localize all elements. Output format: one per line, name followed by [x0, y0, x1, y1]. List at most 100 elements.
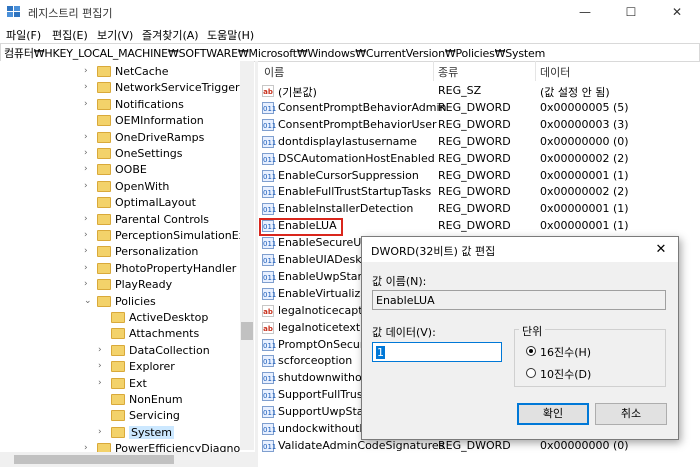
tree-item-label[interactable]: OOBE	[115, 163, 147, 176]
binary-value-icon: 011	[262, 254, 276, 266]
value-data-input[interactable]: 1	[372, 342, 502, 362]
tree-item-label[interactable]: OpenWith	[115, 180, 169, 193]
expand-chevron-icon[interactable]: ›	[84, 181, 94, 191]
string-value-icon: ab	[262, 321, 274, 334]
folder-icon	[97, 230, 111, 241]
value-name: EnableFullTrustStartupTasks	[278, 185, 432, 199]
expand-chevron-icon[interactable]: ›	[98, 427, 108, 437]
address-path[interactable]: 컴퓨터₩HKEY_LOCAL_MACHINE₩SOFTWARE₩Microsof…	[4, 45, 545, 61]
cancel-button[interactable]: 취소	[595, 403, 667, 425]
decimal-radio[interactable]	[526, 368, 536, 378]
tree-item-label[interactable]: Notifications	[115, 98, 184, 111]
hex-radio-label[interactable]: 16진수(H)	[540, 344, 591, 360]
expand-chevron-icon[interactable]: ›	[84, 246, 94, 256]
tree-vertical-scrollbar[interactable]	[240, 61, 254, 450]
expand-chevron-icon[interactable]: ›	[98, 345, 108, 355]
expand-chevron-icon[interactable]: ›	[84, 214, 94, 224]
menu-favorites[interactable]: 즐겨찾기(A)	[142, 27, 199, 43]
expand-chevron-icon[interactable]: ›	[84, 263, 94, 273]
tree-item-label[interactable]: NetworkServiceTriggers	[115, 81, 240, 94]
value-row[interactable]: 011 EnableCursorSuppression REG_DWORD 0x000…	[258, 168, 699, 185]
hex-radio[interactable]	[526, 346, 536, 356]
key-tree[interactable]: › NetCache › NetworkServiceTriggers › Notific…	[0, 61, 240, 467]
menu-view[interactable]: 보기(V)	[97, 27, 133, 43]
expand-chevron-icon[interactable]: ›	[84, 164, 94, 174]
binary-value-icon: 011	[262, 203, 276, 216]
menu-file[interactable]: 파일(F)	[6, 27, 41, 43]
value-data-text[interactable]: 1	[376, 346, 385, 359]
tree-item-label[interactable]: Attachments	[129, 327, 199, 340]
binary-value-icon: 011	[262, 270, 276, 283]
column-divider[interactable]	[535, 61, 536, 81]
menu-bar: 파일(F) 편집(E) 보기(V) 즐겨찾기(A) 도움말(H)	[0, 25, 700, 43]
tree-item-label[interactable]: Personalization	[115, 245, 198, 258]
value-name: (기본값)	[278, 86, 317, 99]
tree-item-label[interactable]: PhotoPropertyHandler	[115, 262, 236, 275]
value-row[interactable]: 011 ValidateAdminCodeSignatures REG_DWORD 0…	[258, 438, 699, 455]
value-name: scforceoption	[278, 354, 353, 368]
folder-icon	[97, 279, 111, 291]
menu-edit[interactable]: 편집(E)	[52, 27, 88, 43]
tree-item-label[interactable]: System	[129, 425, 175, 439]
expand-chevron-icon[interactable]: ›	[84, 279, 94, 289]
expand-chevron-icon[interactable]: ›	[84, 82, 94, 92]
expand-chevron-icon[interactable]: ›	[98, 361, 108, 371]
tree-item-label[interactable]: OneSettings	[115, 147, 183, 160]
binary-value-icon: 011	[262, 118, 276, 131]
expand-chevron-icon[interactable]: ›	[98, 378, 108, 388]
value-name: EnableCursorSuppression	[278, 168, 419, 182]
value-row[interactable]: 011 ConsentPromptBehaviorAdmin REG_DWORD 0x…	[258, 100, 699, 117]
close-button[interactable]: ✕	[654, 0, 700, 25]
column-divider[interactable]	[433, 61, 434, 81]
tree-item-label[interactable]: DataCollection	[129, 344, 210, 357]
value-row[interactable]: 011 DSCAutomationHostEnabled REG_DWORD 0x00…	[258, 151, 699, 168]
value-row[interactable]: 011 EnableInstallerDetection REG_DWORD 0x00…	[258, 201, 699, 218]
value-name: ConsentPromptBehaviorAdmin	[278, 100, 447, 114]
value-row[interactable]: 011 ConsentPromptBehaviorUser REG_DWORD 0x0…	[258, 117, 699, 134]
decimal-radio-label[interactable]: 10진수(D)	[540, 366, 591, 382]
tree-item-label[interactable]: ActiveDesktop	[129, 311, 208, 324]
dialog-title-bar: DWORD(32비트) 값 편집 ✕	[362, 237, 678, 262]
folder-icon	[97, 148, 111, 159]
expand-chevron-icon[interactable]: ›	[84, 132, 94, 142]
tree-item-label[interactable]: Ext	[129, 377, 147, 390]
value-data: 0x00000001 (1)	[540, 219, 629, 233]
value-row[interactable]: ab (기본값) REG_SZ (값 설정 안 됨)	[258, 83, 699, 100]
folder-icon	[97, 164, 111, 176]
tree-item-label[interactable]: OEMInformation	[115, 114, 204, 127]
dialog-close-icon[interactable]: ✕	[649, 240, 673, 260]
value-row[interactable]: 011 dontdisplaylastusername REG_DWORD 0x000…	[258, 134, 699, 151]
column-type[interactable]: 종류	[438, 64, 458, 80]
expand-chevron-icon[interactable]: ›	[84, 148, 94, 158]
value-row[interactable]: 011 EnableFullTrustStartupTasks REG_DWORD 0…	[258, 184, 699, 201]
tree-item-label[interactable]: PlayReady	[115, 278, 172, 291]
tree-item-label[interactable]: Explorer	[129, 360, 175, 373]
tree-item-label[interactable]: OneDriveRamps	[115, 131, 204, 144]
address-bar[interactable]: 컴퓨터₩HKEY_LOCAL_MACHINE₩SOFTWARE₩Microsof…	[0, 43, 700, 62]
binary-value-icon: 011	[262, 101, 276, 114]
maximize-button[interactable]: ☐	[608, 0, 654, 25]
tree-hscroll-thumb[interactable]	[14, 455, 174, 464]
column-name[interactable]: 이름	[264, 64, 284, 80]
minimize-button[interactable]: —	[562, 0, 608, 25]
tree-item-label[interactable]: PerceptionSimulationExter	[115, 229, 240, 242]
expand-chevron-icon[interactable]: ›	[84, 99, 94, 109]
value-data: 0x00000000 (0)	[540, 134, 629, 148]
column-data[interactable]: 데이터	[540, 64, 570, 80]
tree-item-label[interactable]: NetCache	[115, 65, 169, 78]
tree-item-label[interactable]: Servicing	[129, 409, 180, 422]
value-data: 0x00000005 (5)	[540, 100, 629, 114]
menu-help[interactable]: 도움말(H)	[207, 27, 254, 43]
binary-value-icon: 011	[262, 135, 276, 148]
tree-item-label[interactable]: OptimalLayout	[115, 196, 196, 209]
value-data: (값 설정 안 됨)	[540, 86, 610, 99]
tree-item-label[interactable]: NonEnum	[129, 393, 183, 406]
ok-button[interactable]: 확인	[517, 403, 589, 425]
tree-item-label[interactable]: Policies	[115, 295, 156, 308]
expand-chevron-icon[interactable]: ›	[84, 230, 94, 240]
expand-chevron-icon[interactable]: ⌄	[84, 296, 94, 306]
tree-item-label[interactable]: Parental Controls	[115, 213, 209, 226]
value-data: 0x00000002 (2)	[540, 185, 629, 199]
expand-chevron-icon[interactable]: ›	[84, 66, 94, 76]
tree-scroll-thumb[interactable]	[241, 322, 253, 340]
